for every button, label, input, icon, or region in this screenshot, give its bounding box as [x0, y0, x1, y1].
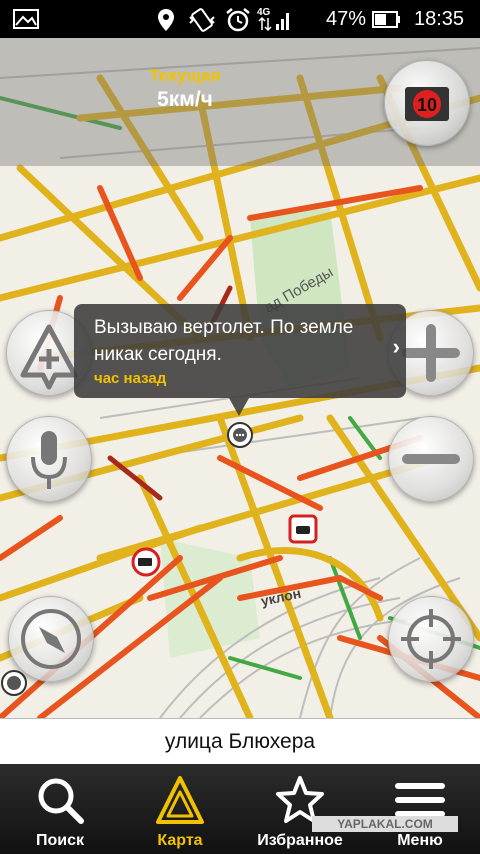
nav-favorites[interactable]: Избранное	[240, 764, 360, 854]
battery-percent: 47%	[326, 8, 367, 30]
location-pin-icon	[158, 9, 174, 31]
nav-favorites-label: Избранное	[257, 832, 343, 849]
status-bar: 4G 47% 18:35	[0, 0, 480, 38]
accident-marker-icon[interactable]	[288, 514, 318, 544]
event-bubble-tail	[229, 398, 249, 416]
nav-map-label: Карта	[157, 832, 203, 849]
compass-icon	[21, 609, 81, 669]
zoom-out-button[interactable]	[388, 416, 474, 502]
image-icon	[13, 9, 39, 29]
bottom-nav: Поиск Карта Избранное Меню	[0, 764, 480, 854]
search-icon	[38, 778, 84, 824]
chevron-right-icon: ›	[392, 334, 400, 359]
street-name: улица Блюхера	[164, 730, 316, 753]
map-arrow-icon	[156, 776, 204, 824]
traffic-score-value: 10	[417, 95, 437, 115]
speed-value: 5км/ч	[157, 88, 213, 111]
traffic-score-button[interactable]: 10	[384, 60, 470, 146]
nav-menu-label: Меню	[397, 832, 443, 849]
speed-label: Текущая	[149, 66, 221, 85]
microphone-icon	[31, 431, 67, 489]
nav-map[interactable]: Карта	[120, 764, 240, 854]
clock: 18:35	[414, 8, 465, 30]
locate-button[interactable]	[388, 596, 474, 682]
camera-marker-icon[interactable]	[131, 547, 161, 577]
alarm-icon	[226, 8, 250, 32]
nav-search-label: Поиск	[35, 832, 84, 849]
nav-menu[interactable]: Меню	[360, 764, 480, 854]
traffic-light-icon: 10	[405, 87, 449, 121]
vibrate-icon	[189, 8, 215, 32]
compass-button[interactable]	[8, 596, 94, 682]
event-message: Вызываю вертолет. По земле никак сегодня…	[94, 317, 354, 365]
minus-icon	[402, 454, 460, 464]
crosshair-icon	[401, 609, 461, 669]
chat-marker-icon[interactable]	[227, 422, 253, 448]
svg-text:4G: 4G	[257, 7, 271, 18]
voice-button[interactable]	[6, 416, 92, 502]
street-bar: улица Блюхера	[0, 718, 480, 765]
nav-search[interactable]: Поиск	[0, 764, 120, 854]
battery-icon	[372, 11, 400, 28]
watermark: YAPLAKAL.COM	[312, 816, 458, 832]
event-bubble[interactable]: Вызываю вертолет. По земле никак сегодня…	[74, 304, 406, 398]
signal-4g-icon: 4G	[257, 7, 289, 32]
event-time: час назад	[94, 370, 167, 387]
